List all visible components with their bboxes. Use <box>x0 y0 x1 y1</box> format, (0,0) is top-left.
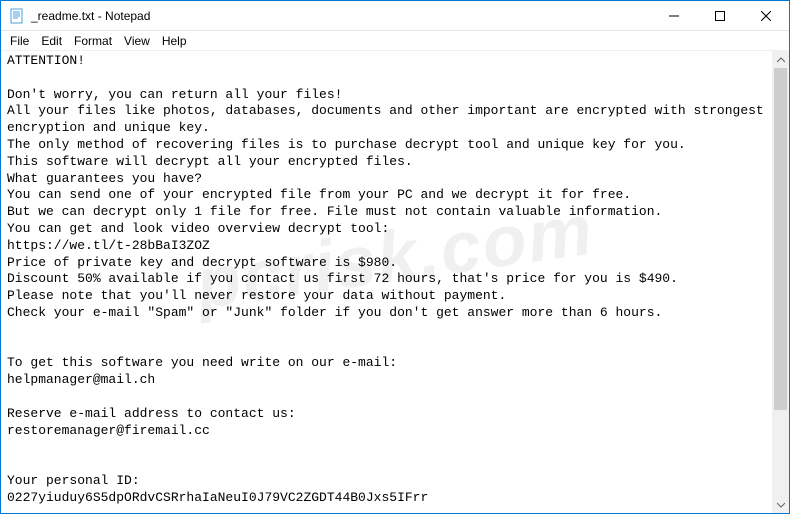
scroll-thumb[interactable] <box>774 68 787 410</box>
scroll-down-icon[interactable] <box>772 496 789 513</box>
menu-file[interactable]: File <box>5 33 34 49</box>
notepad-icon <box>9 8 25 24</box>
minimize-button[interactable] <box>651 1 697 31</box>
notepad-window: _readme.txt - Notepad File Edit Format V… <box>0 0 790 514</box>
editor-area: ATTENTION! Don't worry, you can return a… <box>1 51 789 513</box>
close-button[interactable] <box>743 1 789 31</box>
menu-edit[interactable]: Edit <box>36 33 67 49</box>
text-content[interactable]: ATTENTION! Don't worry, you can return a… <box>1 51 772 513</box>
menu-view[interactable]: View <box>119 33 155 49</box>
scroll-up-icon[interactable] <box>772 51 789 68</box>
menu-format[interactable]: Format <box>69 33 117 49</box>
titlebar: _readme.txt - Notepad <box>1 1 789 31</box>
menubar: File Edit Format View Help <box>1 31 789 51</box>
scroll-track[interactable] <box>772 68 789 496</box>
window-title: _readme.txt - Notepad <box>31 9 150 23</box>
menu-help[interactable]: Help <box>157 33 192 49</box>
vertical-scrollbar[interactable] <box>772 51 789 513</box>
maximize-button[interactable] <box>697 1 743 31</box>
